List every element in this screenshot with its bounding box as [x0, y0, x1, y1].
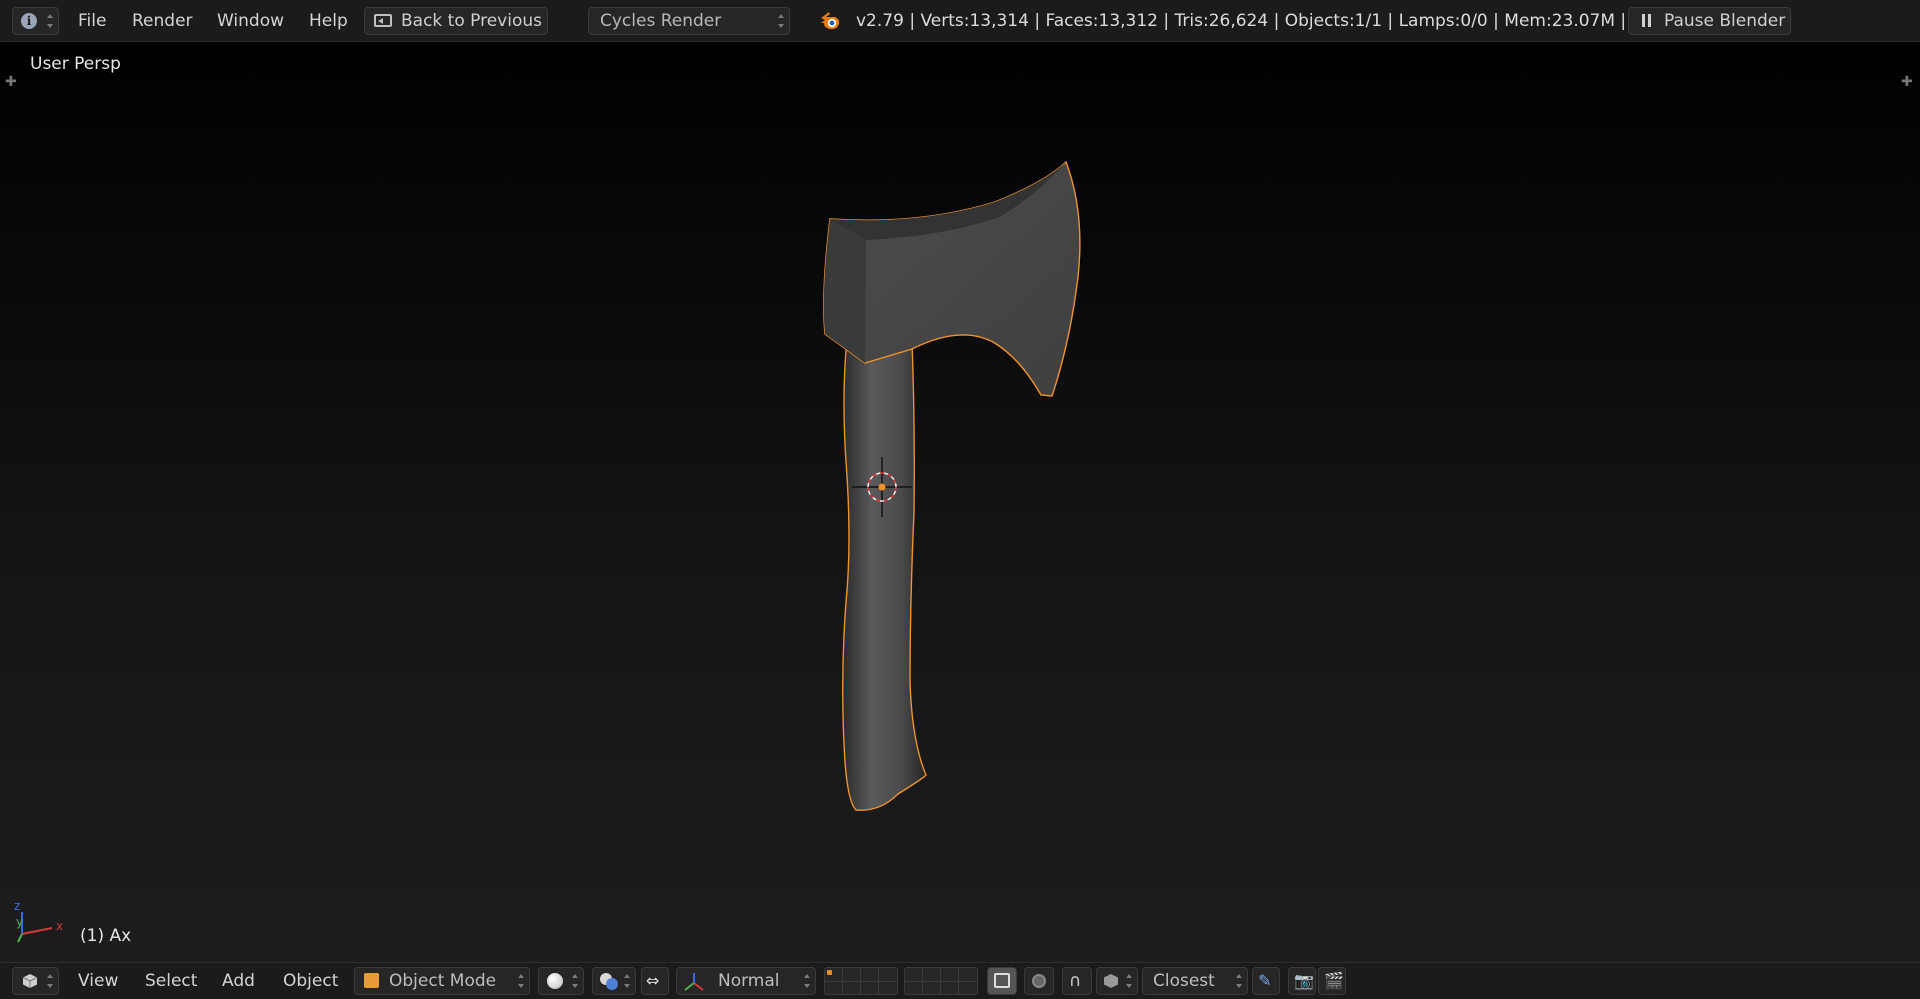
updown-icon: [518, 974, 524, 988]
camera-icon: 📷: [1294, 971, 1314, 990]
pivot-dot-icon: [606, 978, 618, 990]
render-engine-label: Cycles Render: [600, 11, 722, 31]
render-engine-select[interactable]: Cycles Render: [588, 7, 790, 35]
updown-icon: [778, 14, 784, 28]
scene-stats: v2.79 | Verts:13,314 | Faces:13,312 | Tr…: [856, 11, 1654, 31]
axe-poll-face: [823, 219, 866, 363]
pause-icon: [1642, 14, 1652, 27]
updown-icon: [1126, 974, 1132, 988]
lock-layers-icon: [994, 973, 1010, 988]
layers-grid-2[interactable]: [904, 967, 978, 995]
snap-volume-icon: [1104, 974, 1118, 988]
bottom-header: View Select Add Object Object Mode ⇔ Nor…: [0, 962, 1920, 999]
menu-view[interactable]: View: [78, 967, 118, 995]
menu-render[interactable]: Render: [132, 7, 193, 35]
axis-z-label: z: [14, 899, 20, 913]
layers-grid-1[interactable]: [824, 967, 898, 995]
lock-camera-layers-toggle[interactable]: [987, 967, 1017, 995]
viewport-shading-select[interactable]: [538, 967, 584, 995]
back-icon: [374, 14, 392, 27]
view-axes-gizmo: x y z: [14, 899, 63, 943]
updown-icon: [804, 974, 810, 988]
updown-icon: [47, 14, 53, 28]
editor-type-button[interactable]: i: [12, 7, 59, 35]
solid-shading-icon: [547, 973, 563, 989]
pause-blender-label: Pause Blender: [1664, 11, 1786, 31]
snap-target-select[interactable]: Closest: [1142, 967, 1248, 995]
top-header: i File Render Window Help Back to Previo…: [0, 0, 1920, 42]
orientation-label: Normal: [718, 971, 780, 991]
magnet-icon: ∩: [1069, 971, 1082, 991]
render-still-button[interactable]: 📷: [1288, 967, 1316, 995]
snap-toggle[interactable]: ∩: [1062, 967, 1092, 995]
updown-icon: [1236, 974, 1242, 988]
menu-object[interactable]: Object: [283, 967, 338, 995]
menu-select[interactable]: Select: [145, 967, 197, 995]
pause-blender-button[interactable]: Pause Blender: [1628, 7, 1791, 35]
menu-window[interactable]: Window: [217, 7, 284, 35]
manipulator-icon: ⇔: [646, 971, 660, 990]
editor-type-3d-view-button[interactable]: [12, 967, 59, 995]
axis-y-label: y: [16, 915, 23, 929]
axis-x-label: x: [56, 919, 63, 933]
proportional-edit-icon: [1032, 974, 1046, 988]
info-icon: i: [21, 13, 37, 29]
opengl-render-button[interactable]: ✎: [1252, 967, 1280, 995]
proportional-editing-toggle[interactable]: [1024, 967, 1054, 995]
back-to-previous-button[interactable]: Back to Previous: [364, 7, 548, 35]
manipulator-toggle[interactable]: ⇔: [641, 967, 669, 995]
snap-element-select[interactable]: [1096, 967, 1138, 995]
object-mode-icon: [364, 973, 379, 988]
active-layer-icon: [827, 970, 832, 975]
mode-label: Object Mode: [389, 971, 497, 991]
axe-handle: [842, 341, 927, 811]
pivot-point-select[interactable]: [592, 967, 636, 995]
snap-target-label: Closest: [1153, 971, 1215, 991]
transform-orientation-icon: [684, 973, 704, 991]
brush-icon: ✎: [1258, 971, 1272, 990]
back-to-previous-label: Back to Previous: [401, 11, 542, 31]
3d-viewport[interactable]: User Persp ✚ ✚ x y z (1) Ax: [0, 42, 1920, 962]
cube-icon: [22, 974, 38, 988]
menu-file[interactable]: File: [78, 7, 106, 35]
render-animation-button[interactable]: 🎬: [1318, 967, 1346, 995]
blender-logo-icon: [821, 12, 840, 30]
clapperboard-icon: 🎬: [1324, 971, 1344, 990]
updown-icon: [624, 974, 630, 988]
updown-icon: [572, 974, 578, 988]
transform-orientation-select[interactable]: Normal: [676, 967, 816, 995]
mode-select[interactable]: Object Mode: [354, 967, 530, 995]
updown-icon: [47, 974, 53, 988]
menu-add[interactable]: Add: [222, 967, 255, 995]
active-object-label: (1) Ax: [80, 926, 132, 946]
axe-object[interactable]: [0, 42, 1920, 962]
menu-help[interactable]: Help: [309, 7, 348, 35]
